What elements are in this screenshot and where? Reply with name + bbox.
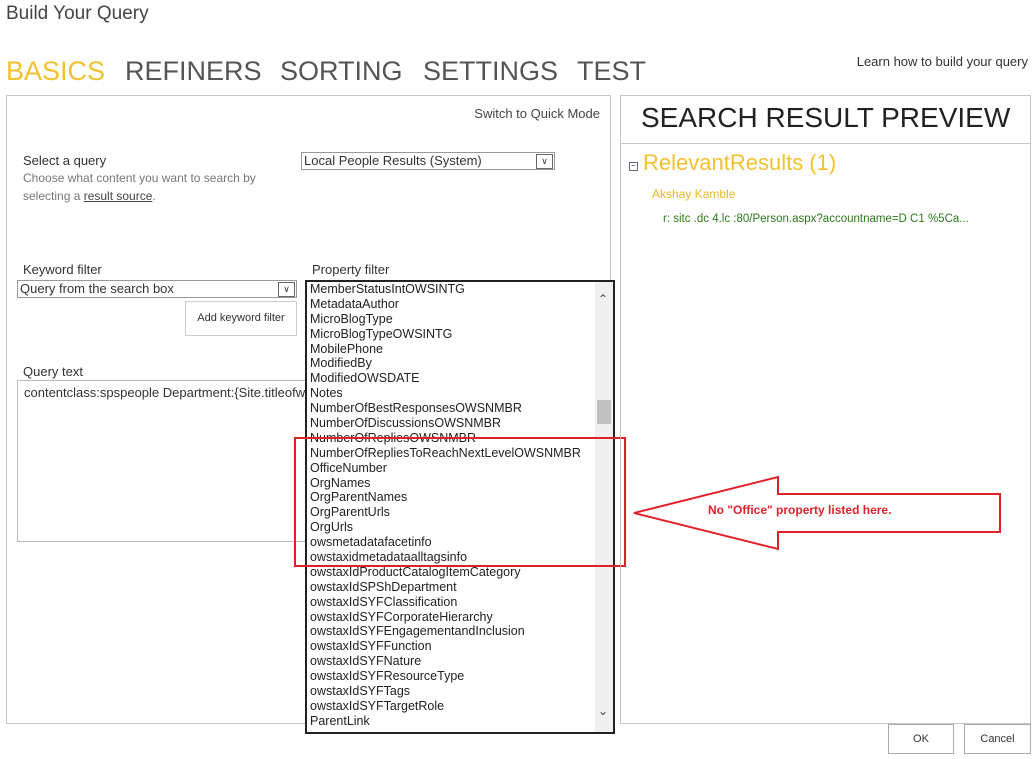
add-keyword-filter-button[interactable]: Add keyword filter	[185, 301, 297, 336]
property-list-item[interactable]: Notes	[307, 386, 613, 401]
scroll-down-icon[interactable]: ⌄	[598, 704, 608, 718]
property-filter-label: Property filter	[312, 262, 390, 277]
annotation-highlight-box	[294, 437, 626, 567]
result-group-title: RelevantResults (1)	[643, 150, 837, 175]
tab-refiners[interactable]: REFINERS	[125, 56, 262, 87]
property-list-item[interactable]: owstaxIdSYFNature	[307, 654, 613, 669]
property-list-item[interactable]: MemberStatusIntOWSINTG	[307, 282, 613, 297]
property-list-item[interactable]: NumberOfBestResponsesOWSNMBR	[307, 401, 613, 416]
select-query-label: Select a query	[23, 153, 107, 168]
scrollbar-thumb[interactable]	[597, 400, 611, 424]
tab-test[interactable]: TEST	[577, 56, 646, 87]
property-list-item[interactable]: owstaxIdSYFTargetRole	[307, 699, 613, 714]
property-list-item[interactable]: MicroBlogTypeOWSINTG	[307, 327, 613, 342]
property-list-item[interactable]: owstaxIdSYFResourceType	[307, 669, 613, 684]
collapse-icon[interactable]: −	[629, 162, 638, 171]
query-text-label: Query text	[23, 364, 83, 379]
dialog-title: Build Your Query	[6, 3, 149, 24]
property-list-item[interactable]: owstaxIdSYFCorporateHierarchy	[307, 610, 613, 625]
keyword-filter-label: Keyword filter	[23, 262, 102, 277]
switch-quick-mode-link[interactable]: Switch to Quick Mode	[474, 106, 600, 121]
property-list-item[interactable]: owstaxIdSPShDepartment	[307, 580, 613, 595]
search-result-preview-panel: SEARCH RESULT PREVIEW − RelevantResults …	[620, 95, 1031, 724]
property-list-item[interactable]: owstaxIdSYFTags	[307, 684, 613, 699]
property-list-item[interactable]: MetadataAuthor	[307, 297, 613, 312]
hint-end: .	[152, 189, 156, 203]
keyword-filter-value: Query from the search box	[20, 281, 174, 296]
tab-settings[interactable]: SETTINGS	[423, 56, 558, 87]
select-query-value: Local People Results (System)	[304, 153, 482, 168]
property-list-item[interactable]: ModifiedBy	[307, 356, 613, 371]
result-url: r: sitc .dc 4.lc :80/Person.aspx?account…	[663, 213, 969, 225]
ok-button[interactable]: OK	[888, 724, 954, 754]
property-list-item[interactable]: owstaxIdSYFFunction	[307, 639, 613, 654]
learn-link[interactable]: Learn how to build your query	[857, 54, 1028, 69]
property-list-item[interactable]: NumberOfDiscussionsOWSNMBR	[307, 416, 613, 431]
property-list-item[interactable]: owstaxIdProductCatalogItemCategory	[307, 565, 613, 580]
result-person-link[interactable]: Akshay Kamble	[652, 187, 735, 201]
property-list-item[interactable]: MicroBlogType	[307, 312, 613, 327]
tab-sorting[interactable]: SORTING	[280, 56, 403, 87]
property-list-item[interactable]: MobilePhone	[307, 342, 613, 357]
property-list-item[interactable]: owstaxIdSYFEngagementandInclusion	[307, 624, 613, 639]
property-list-item[interactable]: ModifiedOWSDATE	[307, 371, 613, 386]
divider	[621, 143, 1030, 144]
preview-title: SEARCH RESULT PREVIEW	[641, 102, 1011, 133]
tab-basics[interactable]: BASICS	[6, 56, 105, 87]
property-list-item[interactable]: ParentLink	[307, 714, 613, 729]
chevron-down-icon: ∨	[536, 154, 553, 169]
select-query-dropdown[interactable]: Local People Results (System) ∨	[301, 152, 555, 170]
chevron-down-icon: ∨	[278, 282, 295, 297]
scroll-up-icon[interactable]: ⌃	[598, 292, 608, 306]
keyword-filter-dropdown[interactable]: Query from the search box ∨	[17, 280, 297, 298]
property-list-item[interactable]: owstaxIdSYFClassification	[307, 595, 613, 610]
select-query-hint: Choose what content you want to search b…	[23, 169, 273, 205]
result-source-link[interactable]: result source	[84, 189, 153, 203]
cancel-button[interactable]: Cancel	[964, 724, 1031, 754]
